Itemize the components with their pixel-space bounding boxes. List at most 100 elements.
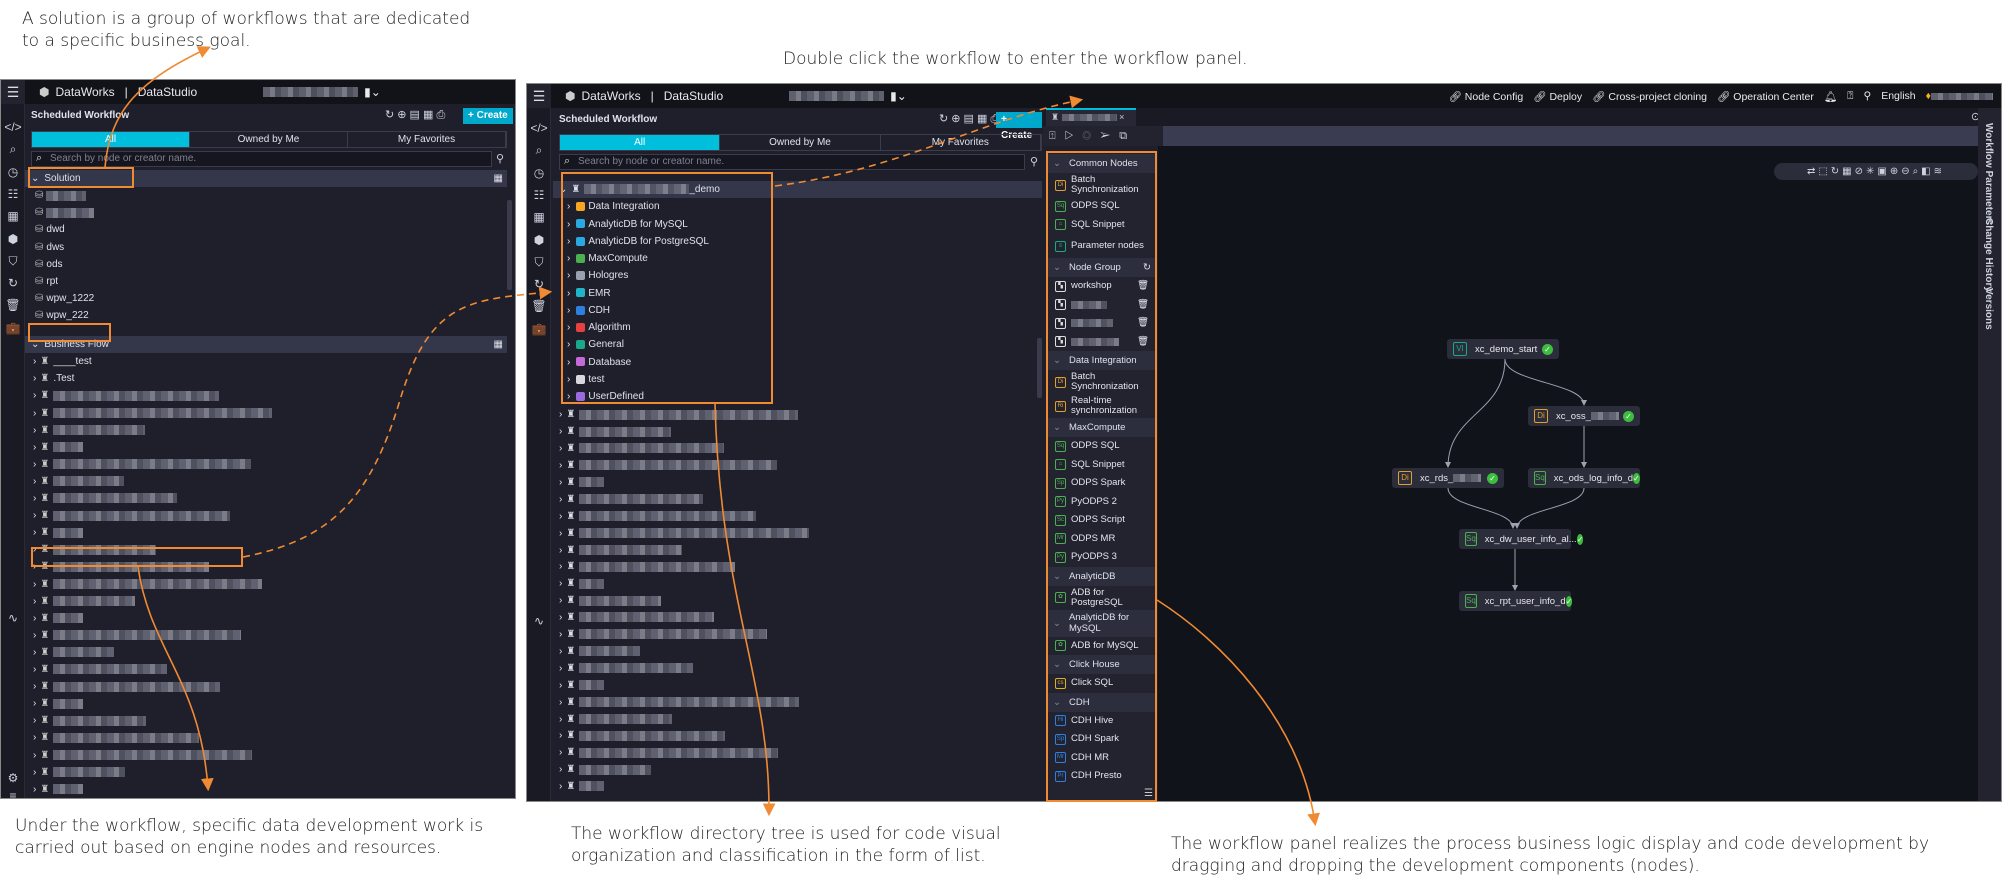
shield-icon[interactable]: ⛉ bbox=[527, 255, 551, 270]
solution-item[interactable]: ⛁ ods bbox=[25, 256, 507, 273]
collapse-menu-icon[interactable]: ≡ bbox=[1, 789, 25, 798]
code-icon[interactable]: </> bbox=[1, 120, 25, 134]
workflow-item[interactable]: ›♜ bbox=[25, 422, 507, 439]
table-icon[interactable]: ▦ bbox=[527, 210, 551, 224]
tab-my-favorites[interactable]: My Favorites bbox=[348, 132, 506, 147]
workflow-item[interactable]: ›♜ bbox=[25, 712, 507, 729]
workflow-item[interactable]: ›♜ bbox=[553, 457, 1042, 474]
dag-node[interactable]: Di xc_rds_ ✓ bbox=[1392, 468, 1504, 488]
workflow-item[interactable]: ›♜ bbox=[25, 593, 507, 610]
solution-item[interactable]: ⛁ wpw_222 bbox=[25, 307, 507, 324]
workflow-item[interactable]: ›♜ bbox=[25, 747, 507, 764]
tab-change-history[interactable]: Change History bbox=[1983, 218, 1994, 292]
workflow-item[interactable]: ›♜ bbox=[25, 576, 507, 593]
search-icon[interactable]: ⌕ bbox=[527, 143, 551, 158]
table-icon[interactable]: ▦ bbox=[1, 209, 25, 223]
workflow-item[interactable]: ›♜ bbox=[553, 406, 1042, 423]
solution-item[interactable]: ⛁ dws bbox=[25, 239, 507, 256]
workflow-item[interactable]: ›♜ bbox=[553, 677, 1042, 694]
workflow-item[interactable]: ›♜ bbox=[25, 610, 507, 627]
menu-icon[interactable]: ☰ bbox=[527, 84, 551, 108]
header-link-node-config[interactable]: 🔗︎ Node Config bbox=[1449, 90, 1524, 103]
workflow-item[interactable]: ›♜ bbox=[553, 542, 1042, 559]
workflow-item[interactable]: ›♜ bbox=[25, 627, 507, 644]
monitor-icon[interactable]: ∿ bbox=[1, 611, 25, 625]
workflow-item[interactable]: ›♜ bbox=[553, 508, 1042, 525]
run-icon[interactable]: ▷ bbox=[1065, 130, 1083, 142]
workspace-selector[interactable] bbox=[789, 91, 885, 101]
language-selector[interactable]: English bbox=[1881, 90, 1915, 102]
workflow-item[interactable]: ›♜ bbox=[25, 524, 507, 541]
workspace-selector[interactable] bbox=[263, 87, 359, 97]
bookmark-icon[interactable]: ▮⌄ bbox=[364, 85, 381, 99]
stop-icon[interactable]: ◎ bbox=[1082, 130, 1100, 142]
trash-icon[interactable]: 🗑 bbox=[527, 299, 551, 313]
tools-icon[interactable]: ⚲ bbox=[1863, 90, 1871, 102]
clock-icon[interactable]: ◷ bbox=[1, 165, 25, 179]
shield-icon[interactable]: ⛉ bbox=[1, 254, 25, 269]
workflow-item[interactable]: ›♜ bbox=[553, 761, 1042, 778]
workflow-item[interactable]: ›♜ bbox=[25, 729, 507, 746]
notification-icon[interactable]: 🔔︎ bbox=[1824, 90, 1837, 103]
workflow-item[interactable]: ›♜ bbox=[25, 678, 507, 695]
refresh-icon[interactable]: ↻ ⊕ ▤ ▦ ⎙ bbox=[385, 108, 445, 122]
dag-node[interactable]: VI xc_demo_start ✓ bbox=[1447, 339, 1559, 359]
workflow-item[interactable]: ›♜ bbox=[553, 660, 1042, 677]
search-input[interactable]: Search by node or creator name. bbox=[559, 154, 1025, 170]
workflow-item[interactable]: ›♜ bbox=[25, 764, 507, 781]
workflow-item[interactable]: ›♜ bbox=[25, 490, 507, 507]
solution-item[interactable]: ⛁ wpw_1222 bbox=[25, 290, 507, 307]
scrollbar[interactable] bbox=[507, 200, 512, 290]
dag-node[interactable]: Sq xc_dw_user_info_al... ✓ bbox=[1459, 529, 1584, 549]
close-icon[interactable]: × bbox=[1119, 112, 1124, 122]
user-avatar[interactable]: ♦ bbox=[1926, 90, 1993, 102]
help-icon[interactable]: ⍰ bbox=[1847, 90, 1853, 103]
monitor-icon[interactable]: ∿ bbox=[527, 614, 551, 628]
tab-my-favorites[interactable]: My Favorites bbox=[881, 135, 1041, 150]
workflow-item[interactable]: ›♜ bbox=[553, 474, 1042, 491]
create-button[interactable]: + Create bbox=[463, 108, 513, 124]
bookmark-icon[interactable]: ▮⌄ bbox=[890, 89, 907, 103]
briefcase-icon[interactable]: 💼 bbox=[527, 322, 551, 336]
refresh-icon[interactable]: ↻ ⊕ ▤ ▦ ⎙ bbox=[939, 112, 999, 126]
solution-item[interactable]: ⛁ bbox=[25, 187, 507, 204]
tab-owned-by-me[interactable]: Owned by Me bbox=[720, 135, 881, 150]
grid-icon[interactable]: ▦ bbox=[494, 170, 503, 187]
workflow-item[interactable]: ›♜ bbox=[553, 711, 1042, 728]
workflow-item[interactable]: ›♜ bbox=[25, 405, 507, 422]
submit-icon[interactable]: ⍐ bbox=[1049, 130, 1065, 142]
solution-item[interactable]: ⛁ rpt bbox=[25, 273, 507, 290]
clock-icon[interactable]: ◷ bbox=[527, 166, 551, 180]
dag-node[interactable]: Sq xc_ods_log_info_d ✓ bbox=[1528, 468, 1640, 488]
filter-icon[interactable]: ⚲ bbox=[1030, 155, 1038, 168]
workflow-item[interactable]: ›♜ bbox=[553, 626, 1042, 643]
briefcase-icon[interactable]: 💼 bbox=[1, 321, 25, 335]
workflow-tab[interactable]: ♜ × bbox=[1046, 108, 1136, 126]
workflow-item[interactable]: › ♜ ____test bbox=[25, 353, 507, 370]
tab-owned-by-me[interactable]: Owned by Me bbox=[190, 132, 348, 147]
code-icon[interactable]: </> bbox=[527, 121, 551, 135]
workflow-item[interactable]: ›♜ bbox=[25, 798, 507, 799]
workflow-item[interactable]: ›♜ bbox=[553, 694, 1042, 711]
filter-icon[interactable]: ⚲ bbox=[496, 152, 504, 165]
tab-all[interactable]: All bbox=[32, 132, 190, 147]
search-icon[interactable]: ⌕ bbox=[1, 142, 25, 157]
cube-icon[interactable]: ⬢ bbox=[527, 233, 551, 247]
workflow-item[interactable]: ›♜ bbox=[25, 507, 507, 524]
workflow-item[interactable]: ›♜ bbox=[25, 644, 507, 661]
list-icon[interactable]: ☷ bbox=[527, 188, 551, 202]
scrollbar[interactable] bbox=[1037, 338, 1042, 398]
workflow-item[interactable]: ›♜ bbox=[25, 387, 507, 404]
workflow-item[interactable]: › ♜ .Test bbox=[25, 370, 507, 387]
solution-item[interactable]: ⛁ dwd bbox=[25, 221, 507, 238]
create-button[interactable]: + Create bbox=[996, 112, 1042, 141]
cube-icon[interactable]: ⬢ bbox=[1, 232, 25, 246]
workflow-item[interactable]: ›♜ bbox=[25, 781, 507, 798]
workflow-item[interactable]: ›♜ bbox=[553, 491, 1042, 508]
workflow-item[interactable]: ›♜ bbox=[553, 423, 1042, 440]
workflow-item[interactable]: ›♜ bbox=[553, 558, 1042, 575]
tab-all[interactable]: All bbox=[560, 135, 721, 150]
dag-node[interactable]: Sq xc_rpt_user_info_d ✓ bbox=[1459, 591, 1573, 611]
workflow-item[interactable]: ›♜ bbox=[553, 592, 1042, 609]
workflow-item[interactable]: ›♜ bbox=[553, 744, 1042, 761]
